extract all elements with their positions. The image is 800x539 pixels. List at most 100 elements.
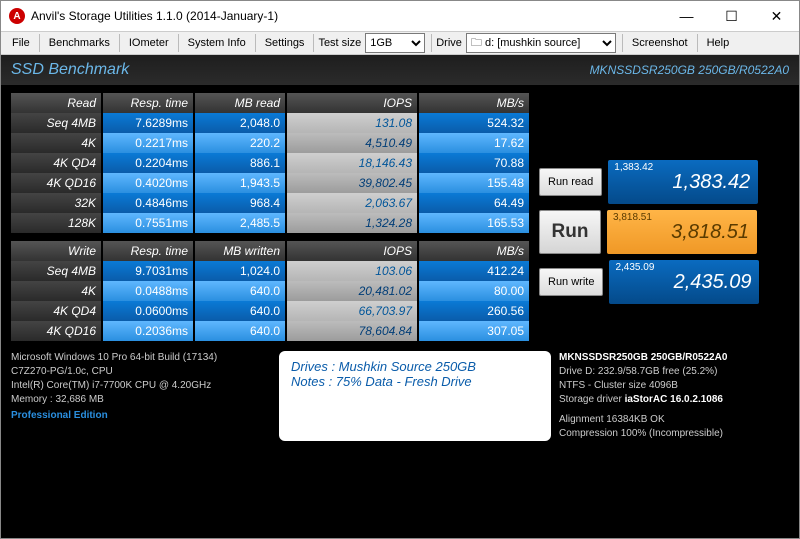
write-col-mbs: MB/s [419, 241, 529, 261]
read-score: 1,383.42 [672, 171, 750, 194]
row-iops: 20,481.02 [287, 281, 417, 301]
table-row: 4K QD160.4020ms1,943.539,802.45155.48 [11, 173, 529, 193]
write-header-label: Write [11, 241, 101, 261]
maximize-button[interactable]: ☐ [709, 1, 754, 31]
system-info-panel: Microsoft Windows 10 Pro 64-bit Build (1… [11, 351, 271, 441]
menu-settings[interactable]: Settings [258, 34, 312, 52]
run-read-button[interactable]: Run read [539, 168, 602, 196]
row-resp: 0.0488ms [103, 281, 193, 301]
notes-panel[interactable]: Drives : Mushkin Source 250GB Notes : 75… [279, 351, 551, 441]
header-title: SSD Benchmark [11, 61, 129, 79]
row-mbs: 80.00 [419, 281, 529, 301]
table-row: Seq 4MB7.6289ms2,048.0131.08524.32 [11, 113, 529, 133]
row-mbs: 70.88 [419, 153, 529, 173]
row-mb: 640.0 [195, 301, 285, 321]
row-name: 4K [11, 281, 101, 301]
drive-select[interactable]: 🗀 d: [mushkin source] [466, 33, 616, 53]
row-mbs: 307.05 [419, 321, 529, 341]
read-header-label: Read [11, 93, 101, 113]
row-iops: 4,510.49 [287, 133, 417, 153]
minimize-button[interactable]: — [664, 1, 709, 31]
table-row: 4K0.0488ms640.020,481.0280.00 [11, 281, 529, 301]
content-area: Read Resp. time MB read IOPS MB/s Seq 4M… [1, 85, 799, 538]
menu-iometer[interactable]: IOmeter [122, 34, 176, 52]
test-size-select[interactable]: 1GB [365, 33, 425, 53]
row-name: 4K QD4 [11, 301, 101, 321]
row-mb: 1,943.5 [195, 173, 285, 193]
row-iops: 131.08 [287, 113, 417, 133]
table-row: 4K QD40.0600ms640.066,703.97260.56 [11, 301, 529, 321]
drive-label: Drive [436, 37, 462, 49]
row-mbs: 165.53 [419, 213, 529, 233]
row-name: 4K QD16 [11, 321, 101, 341]
row-mb: 1,024.0 [195, 261, 285, 281]
row-iops: 2,063.67 [287, 193, 417, 213]
menu-system-info[interactable]: System Info [181, 34, 253, 52]
row-resp: 0.2204ms [103, 153, 193, 173]
row-mb: 640.0 [195, 281, 285, 301]
write-col-mb: MB written [195, 241, 285, 261]
row-resp: 0.4020ms [103, 173, 193, 193]
row-iops: 18,146.43 [287, 153, 417, 173]
row-mb: 220.2 [195, 133, 285, 153]
row-mb: 886.1 [195, 153, 285, 173]
menu-file[interactable]: File [5, 34, 37, 52]
read-score-box: 1,383.42 1,383.42 [608, 160, 758, 204]
table-row: 4K QD160.2036ms640.078,604.84307.05 [11, 321, 529, 341]
read-col-mbs: MB/s [419, 93, 529, 113]
row-name: Seq 4MB [11, 261, 101, 281]
edition-label: Professional Edition [11, 409, 271, 423]
row-mb: 968.4 [195, 193, 285, 213]
footer: Microsoft Windows 10 Pro 64-bit Build (1… [11, 351, 789, 441]
row-iops: 78,604.84 [287, 321, 417, 341]
table-row: 128K0.7551ms2,485.51,324.28165.53 [11, 213, 529, 233]
write-score: 2,435.09 [674, 271, 752, 294]
drive-fs: NTFS - Cluster size 4096B [559, 379, 789, 393]
write-score-small: 2,435.09 [615, 262, 654, 273]
table-row: 4K QD40.2204ms886.118,146.4370.88 [11, 153, 529, 173]
read-col-mb: MB read [195, 93, 285, 113]
notes-drives: Drives : Mushkin Source 250GB [291, 359, 539, 374]
row-iops: 66,703.97 [287, 301, 417, 321]
table-row: 32K0.4846ms968.42,063.6764.49 [11, 193, 529, 213]
drive-driver: Storage driver iaStorAC 16.0.2.1086 [559, 393, 789, 407]
row-name: Seq 4MB [11, 113, 101, 133]
row-resp: 0.4846ms [103, 193, 193, 213]
run-button[interactable]: Run [539, 210, 601, 254]
read-col-resp: Resp. time [103, 93, 193, 113]
menubar: File Benchmarks IOmeter System Info Sett… [1, 31, 799, 55]
row-mbs: 524.32 [419, 113, 529, 133]
header-device: MKNSSDSR250GB 250GB/R0522A0 [590, 63, 789, 77]
run-write-button[interactable]: Run write [539, 268, 603, 296]
read-col-iops: IOPS [287, 93, 417, 113]
row-mbs: 64.49 [419, 193, 529, 213]
total-score-box: 3,818.51 3,818.51 [607, 210, 757, 254]
total-score: 3,818.51 [671, 221, 749, 244]
benchmark-tables: Read Resp. time MB read IOPS MB/s Seq 4M… [11, 93, 529, 341]
row-resp: 9.7031ms [103, 261, 193, 281]
menu-help[interactable]: Help [700, 34, 737, 52]
sysinfo-memory: Memory : 32,686 MB [11, 393, 271, 407]
app-window: A Anvil's Storage Utilities 1.1.0 (2014-… [0, 0, 800, 539]
test-size-label: Test size [318, 37, 361, 49]
row-iops: 1,324.28 [287, 213, 417, 233]
sysinfo-board: C7Z270-PG/1.0c, CPU [11, 365, 271, 379]
row-resp: 0.7551ms [103, 213, 193, 233]
write-col-resp: Resp. time [103, 241, 193, 261]
write-col-iops: IOPS [287, 241, 417, 261]
menu-benchmarks[interactable]: Benchmarks [42, 34, 117, 52]
app-icon: A [9, 8, 25, 24]
row-mbs: 155.48 [419, 173, 529, 193]
menu-screenshot[interactable]: Screenshot [625, 34, 695, 52]
row-mbs: 260.56 [419, 301, 529, 321]
row-iops: 39,802.45 [287, 173, 417, 193]
total-score-small: 3,818.51 [613, 212, 652, 223]
row-name: 32K [11, 193, 101, 213]
row-mbs: 17.62 [419, 133, 529, 153]
window-controls: — ☐ ✕ [664, 1, 799, 31]
read-table: Read Resp. time MB read IOPS MB/s Seq 4M… [11, 93, 529, 233]
close-button[interactable]: ✕ [754, 1, 799, 31]
write-table: Write Resp. time MB written IOPS MB/s Se… [11, 241, 529, 341]
row-resp: 0.0600ms [103, 301, 193, 321]
table-row: Seq 4MB9.7031ms1,024.0103.06412.24 [11, 261, 529, 281]
